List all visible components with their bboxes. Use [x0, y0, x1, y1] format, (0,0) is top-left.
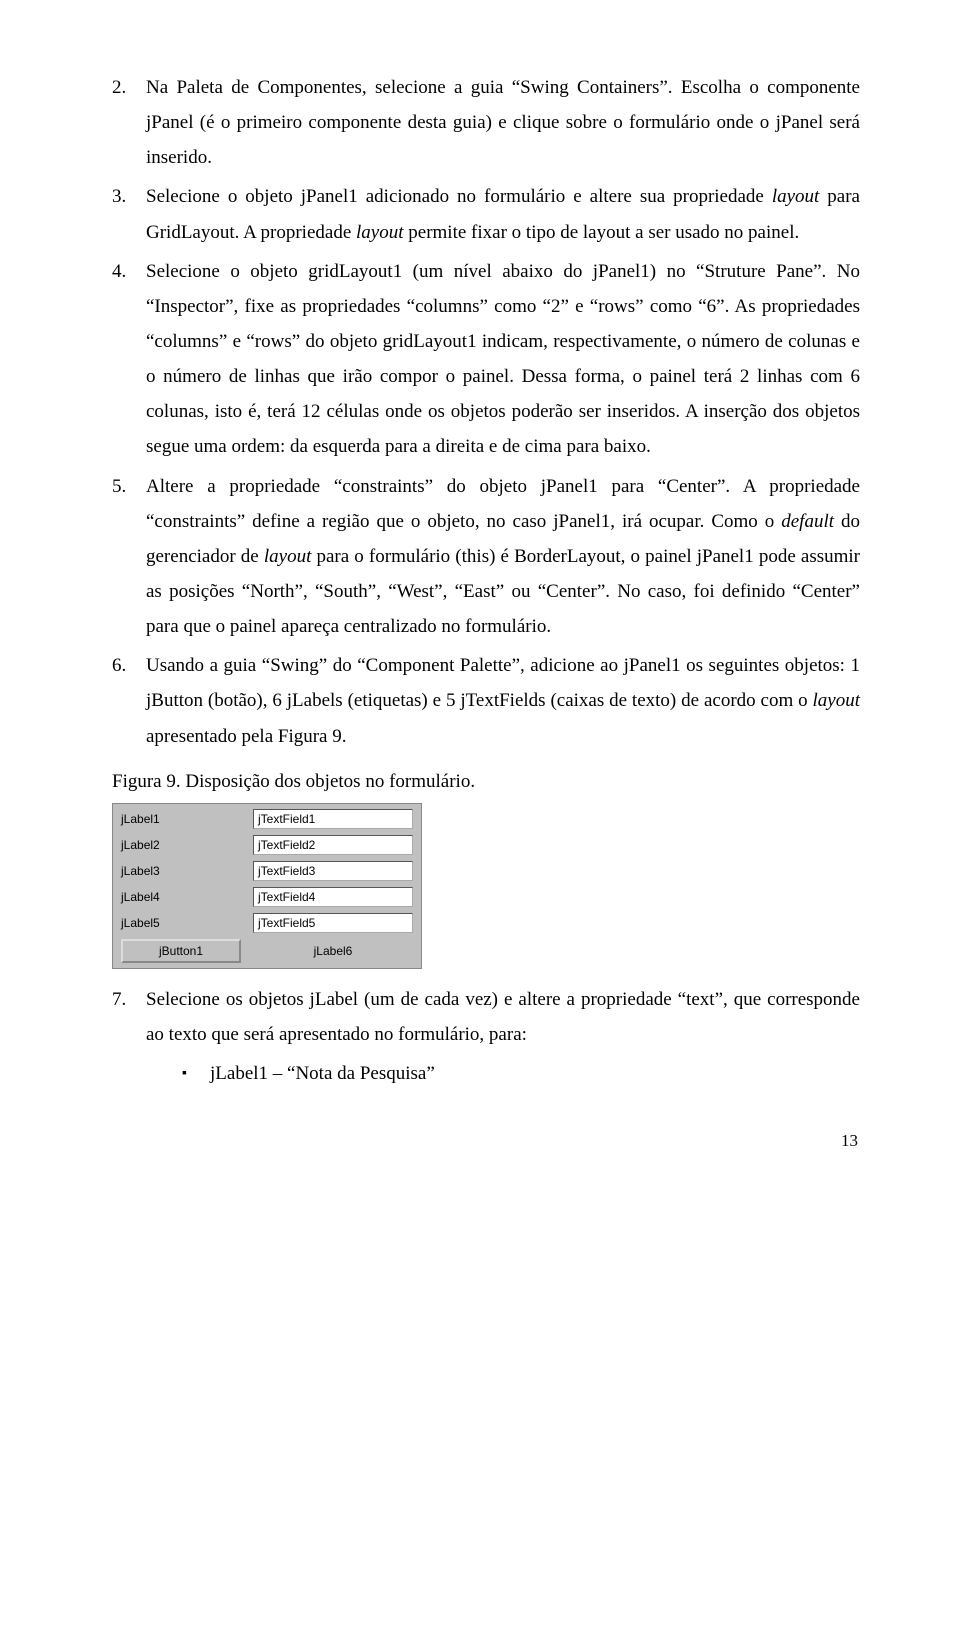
list-text: Selecione o objeto jPanel1 adicionado no… — [146, 179, 860, 249]
text-span: Selecione o objeto jPanel1 adicionado no… — [146, 186, 772, 207]
italic-term: layout — [264, 546, 312, 567]
list-number: 3. — [112, 179, 146, 249]
jbutton[interactable]: jButton1 — [121, 939, 241, 963]
list-text: Altere a propriedade “constraints” do ob… — [146, 469, 860, 645]
text-span: Altere a propriedade “constraints” do ob… — [146, 476, 860, 532]
list-text: Selecione os objetos jLabel (um de cada … — [146, 982, 860, 1052]
table-row: jLabel4 jTextField4 — [115, 884, 419, 910]
cell: jTextField3 — [247, 858, 419, 884]
cell: jTextField5 — [247, 910, 419, 936]
jtextfield[interactable]: jTextField5 — [253, 913, 413, 933]
list-text: Selecione o objeto gridLayout1 (um nível… — [146, 254, 860, 465]
figure-9: jLabel1 jTextField1 jLabel2 jTextField2 … — [112, 803, 860, 974]
jlabel: jLabel2 — [115, 832, 247, 858]
table-row: jLabel2 jTextField2 — [115, 832, 419, 858]
jtextfield[interactable]: jTextField1 — [253, 809, 413, 829]
form-panel: jLabel1 jTextField1 jLabel2 jTextField2 … — [112, 803, 422, 969]
table-row: jLabel5 jTextField5 — [115, 910, 419, 936]
italic-term: default — [781, 511, 834, 532]
list-number: 4. — [112, 254, 146, 465]
bullet-square-icon: ▪ — [182, 1056, 210, 1091]
jtextfield[interactable]: jTextField4 — [253, 887, 413, 907]
text-span: Usando a guia “Swing” do “Component Pale… — [146, 655, 860, 711]
list-item-7: 7. Selecione os objetos jLabel (um de ca… — [112, 982, 860, 1052]
jlabel: jLabel6 — [247, 936, 419, 966]
list-number: 6. — [112, 648, 146, 753]
table-row: jButton1 jLabel6 — [115, 936, 419, 966]
list-item-2: 2. Na Paleta de Componentes, selecione a… — [112, 70, 860, 175]
cell: jTextField2 — [247, 832, 419, 858]
document-page: 2. Na Paleta de Componentes, selecione a… — [0, 0, 960, 1201]
text-span: permite fixar o tipo de layout a ser usa… — [404, 222, 800, 243]
page-number: 13 — [112, 1131, 860, 1151]
jlabel: jLabel5 — [115, 910, 247, 936]
list-text: Usando a guia “Swing” do “Component Pale… — [146, 648, 860, 753]
grid-layout-table: jLabel1 jTextField1 jLabel2 jTextField2 … — [115, 806, 419, 966]
jlabel: jLabel4 — [115, 884, 247, 910]
bullet-list: ▪ jLabel1 – “Nota da Pesquisa” — [182, 1056, 860, 1091]
cell: jButton1 — [115, 936, 247, 966]
italic-term: layout — [772, 186, 820, 207]
list-item-4: 4. Selecione o objeto gridLayout1 (um ní… — [112, 254, 860, 465]
bullet-text: jLabel1 – “Nota da Pesquisa” — [210, 1056, 435, 1091]
list-item-3: 3. Selecione o objeto jPanel1 adicionado… — [112, 179, 860, 249]
list-item-6: 6. Usando a guia “Swing” do “Component P… — [112, 648, 860, 753]
italic-term: layout — [813, 690, 861, 711]
italic-term: layout — [356, 222, 404, 243]
bullet-item: ▪ jLabel1 – “Nota da Pesquisa” — [182, 1056, 860, 1091]
table-row: jLabel1 jTextField1 — [115, 806, 419, 832]
text-span: apresentado pela Figura 9. — [146, 726, 346, 747]
list-number: 5. — [112, 469, 146, 645]
list-text: Na Paleta de Componentes, selecione a gu… — [146, 70, 860, 175]
list-item-5: 5. Altere a propriedade “constraints” do… — [112, 469, 860, 645]
jtextfield[interactable]: jTextField2 — [253, 835, 413, 855]
table-row: jLabel3 jTextField3 — [115, 858, 419, 884]
cell: jTextField4 — [247, 884, 419, 910]
jtextfield[interactable]: jTextField3 — [253, 861, 413, 881]
jlabel: jLabel3 — [115, 858, 247, 884]
list-number: 7. — [112, 982, 146, 1052]
cell: jTextField1 — [247, 806, 419, 832]
ordered-list: 7. Selecione os objetos jLabel (um de ca… — [112, 982, 860, 1052]
jlabel: jLabel1 — [115, 806, 247, 832]
figure-caption: Figura 9. Disposição dos objetos no form… — [112, 764, 860, 799]
list-number: 2. — [112, 70, 146, 175]
ordered-list: 2. Na Paleta de Componentes, selecione a… — [112, 70, 860, 754]
